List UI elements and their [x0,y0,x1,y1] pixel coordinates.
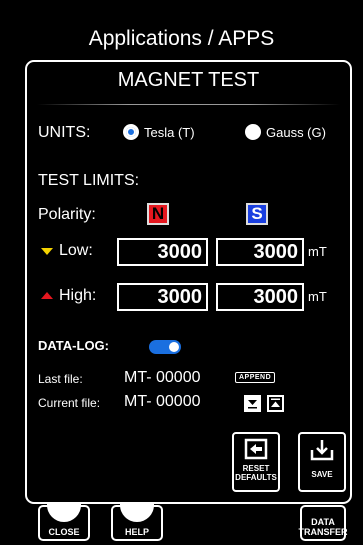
test-limits-label: TEST LIMITS: [38,172,140,189]
last-file-label: Last file: [38,372,83,386]
low-s-input[interactable]: 3000 [216,238,304,266]
save-button[interactable]: SAVE [298,432,346,492]
high-n-input[interactable]: 3000 [117,283,208,311]
data-transfer-label-1: DATA [311,517,335,527]
magnet-test-dialog: MAGNET TEST UNITS: Tesla (T) Gauss (G) T… [25,60,352,504]
polarity-s-badge: S [246,203,268,225]
polarity-n-badge: N [147,203,169,225]
tesla-label[interactable]: Tesla (T) [144,125,195,140]
help-button[interactable]: HELP [111,498,163,541]
low-unit-label: mT [308,244,327,259]
units-label: UNITS: [38,124,91,141]
low-marker-icon [41,248,53,255]
arrow-up-icon [271,398,280,407]
current-file-label: Current file: [38,396,101,410]
gauss-radio[interactable] [245,124,261,140]
reset-defaults-button[interactable]: RESET DEFAULTS [232,432,280,492]
low-n-input[interactable]: 3000 [117,238,208,266]
reset-icon [244,438,268,460]
data-transfer-label-2: TRANSFER [298,527,348,537]
datalog-label: DATA-LOG: [38,338,109,353]
save-label: SAVE [311,470,333,479]
high-unit-label: mT [308,289,327,304]
arrow-down-icon [248,400,257,409]
high-label: High: [59,287,97,304]
tesla-radio[interactable] [123,124,139,140]
polarity-label: Polarity: [38,206,96,223]
append-button[interactable]: APPEND [235,372,276,383]
high-marker-icon [41,292,53,299]
app-title: Applications / APPS [88,27,275,50]
datalog-toggle[interactable] [149,340,181,354]
dialog-title: MAGNET TEST [117,69,260,91]
last-file-value: MT- 00000 [124,369,201,386]
reset-label-2: DEFAULTS [235,473,277,482]
low-label: Low: [59,242,93,259]
help-label: HELP [124,527,149,537]
reset-label-1: RESET [242,464,270,473]
save-icon [310,440,334,461]
data-transfer-button[interactable]: DATA TRANSFER [298,505,348,541]
file-next-button[interactable] [244,395,261,412]
gauss-label[interactable]: Gauss (G) [266,125,326,140]
close-label: CLOSE [48,527,80,537]
datalog-toggle-knob [169,342,179,352]
close-button[interactable]: CLOSE [38,498,90,541]
high-s-input[interactable]: 3000 [216,283,304,311]
file-prev-button[interactable] [267,395,284,412]
bottom-bar: CLOSE HELP DATA TRANSFER [0,498,363,545]
current-file-value: MT- 00000 [124,393,201,410]
title-divider [37,104,340,105]
